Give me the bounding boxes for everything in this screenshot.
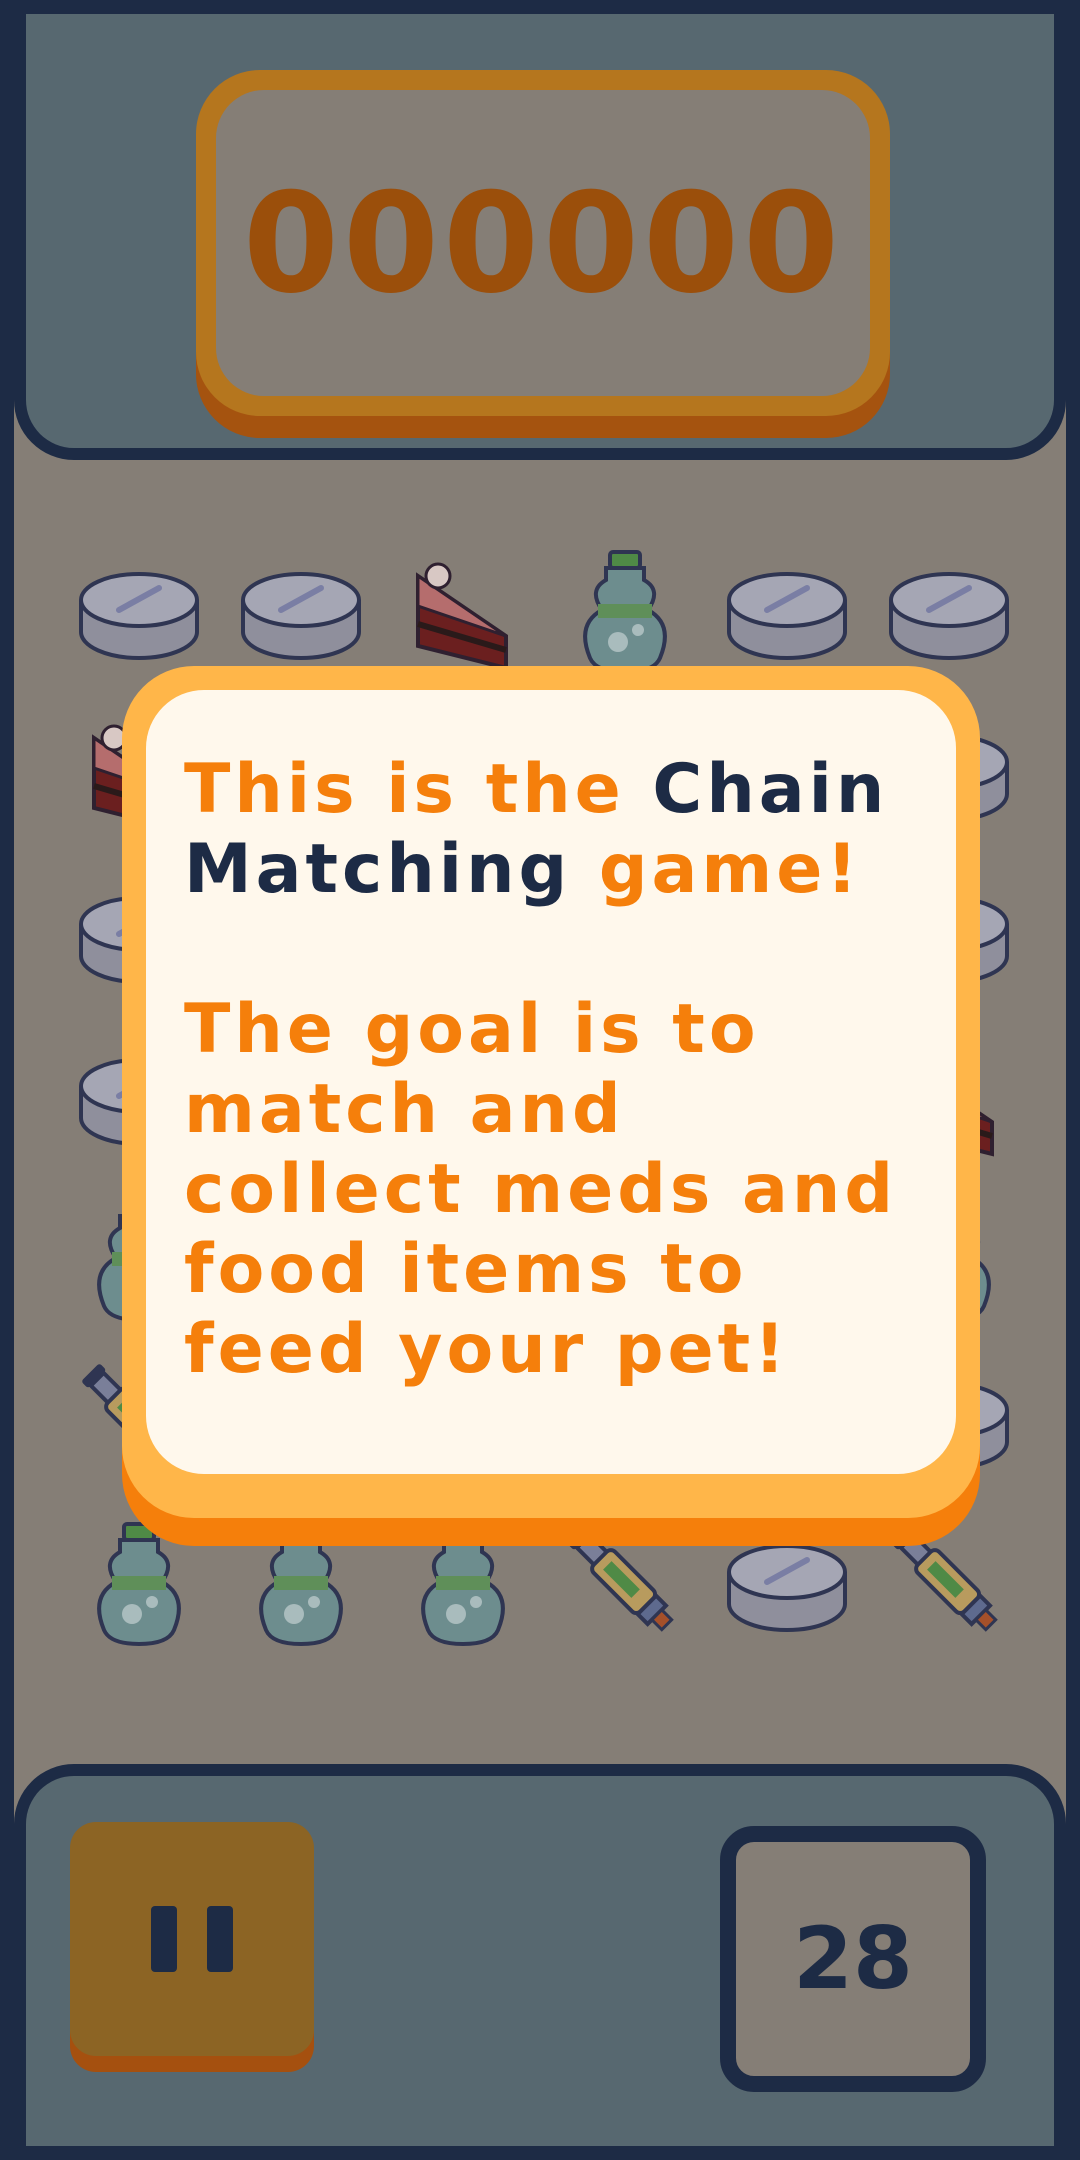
injector-icon[interactable] <box>560 1518 690 1648</box>
pill-icon[interactable] <box>236 546 366 676</box>
bottle-icon[interactable] <box>236 1518 366 1648</box>
score-value: 000000 <box>242 162 844 324</box>
pill-icon[interactable] <box>722 1518 852 1648</box>
pill-icon[interactable] <box>722 546 852 676</box>
game-frame: 000000 28 This is the Chain Matching game… <box>14 14 1066 2146</box>
dialog-goal-text: The goal is to match and collect meds an… <box>184 990 898 1389</box>
cake-icon[interactable] <box>398 546 528 676</box>
highlight-matching: Matching <box>184 830 572 909</box>
moves-value: 28 <box>793 1909 913 2009</box>
pill-icon[interactable] <box>884 546 1014 676</box>
highlight-chain: Chain <box>652 750 889 829</box>
pause-icon-bar <box>207 1906 233 1972</box>
tutorial-dialog[interactable]: This is the Chain Matching game! The goal… <box>122 666 980 1518</box>
pause-icon <box>151 1906 177 1972</box>
pill-icon[interactable] <box>74 546 204 676</box>
moves-counter: 28 <box>720 1826 986 2092</box>
injector-icon[interactable] <box>884 1518 1014 1648</box>
bottle-icon[interactable] <box>398 1518 528 1648</box>
dialog-intro-text: This is the Chain Matching game! <box>184 750 889 909</box>
bottle-icon[interactable] <box>74 1518 204 1648</box>
bottle-icon[interactable] <box>560 546 690 676</box>
pause-button[interactable] <box>70 1822 314 2056</box>
score-panel: 000000 <box>196 70 890 416</box>
